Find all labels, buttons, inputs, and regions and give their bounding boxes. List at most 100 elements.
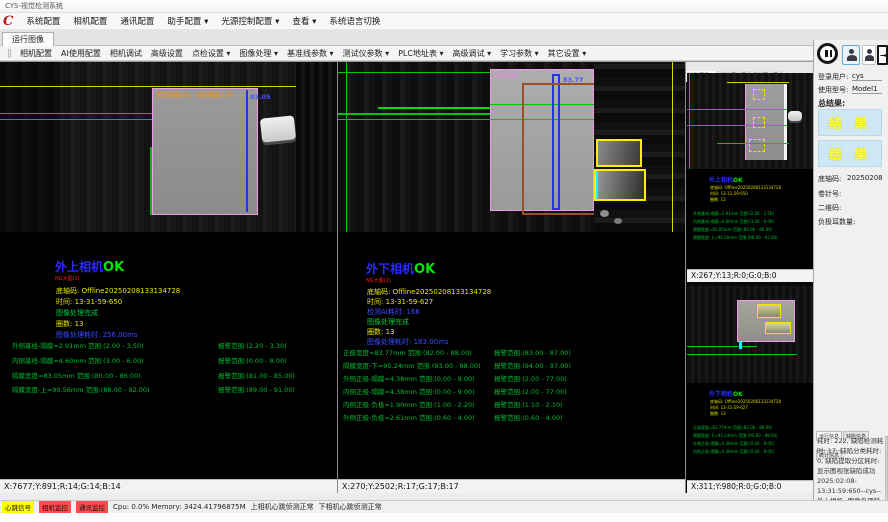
login-user-label: 登录用户: bbox=[818, 72, 848, 82]
width-measure-line bbox=[246, 90, 248, 212]
menu-language-switch[interactable]: 系统语言切换 bbox=[329, 15, 380, 27]
edge-line-yellow bbox=[727, 82, 789, 83]
measure-row: 外侧正极-负极=2.61mm 范围:(0.60 - 4.00) bbox=[343, 412, 475, 422]
measure-row: 外侧基线-隔膜=2.91mm 范围:(2.00 - 3.50) bbox=[12, 340, 144, 350]
alarm-range: 报警范围:(2.00 - 77.00) bbox=[494, 373, 567, 383]
baseline-green-bright bbox=[378, 107, 490, 109]
tool-baseline-params[interactable]: 基准线参数 ▾ bbox=[287, 48, 334, 59]
exit-button[interactable]: → bbox=[877, 45, 888, 65]
camera-image-upper[interactable]: 固定阈值:93，动态阈值:100 83.05 bbox=[0, 62, 337, 232]
window-title: CYS-视觉检测系统 bbox=[5, 2, 63, 10]
tool-camera-config[interactable]: 相机配置 bbox=[20, 48, 52, 59]
mini-measure-row: 隔膜宽度=83.05mm 范围:(80.00 - 86.00) bbox=[693, 227, 772, 233]
alarm-range: 报警范围:(2.20 - 3.30) bbox=[218, 340, 287, 350]
pixel-status-lower: X:270;Y:2502;R:17;G:17;B:17 bbox=[338, 479, 685, 493]
measure-row: 内侧基线-隔膜=4.60mm 范围:(3.00 - 6.00) bbox=[12, 355, 144, 365]
menu-light-config[interactable]: 光源控制配置 ▾ bbox=[221, 15, 279, 27]
tool-learn-params[interactable]: 学习参数 ▾ bbox=[500, 48, 539, 59]
tab-run-image[interactable]: 运行图像 bbox=[2, 32, 54, 47]
tab-feature-box-2 bbox=[594, 169, 646, 201]
tool-tester-params[interactable]: 测试仪参数 ▾ bbox=[343, 48, 390, 59]
film-edge-green bbox=[150, 147, 152, 215]
camera-panel-upper: 固定阈值:93，动态阈值:100 83.05 外上相机OK NG大图(1) 底轴… bbox=[0, 61, 337, 493]
base-code-label: 底轴码: bbox=[818, 174, 841, 184]
user-switch-button[interactable] bbox=[862, 45, 876, 65]
menu-system-config[interactable]: 系统配置 bbox=[26, 15, 60, 27]
tool-other-settings[interactable]: 其它设置 ▾ bbox=[548, 48, 587, 59]
mini-measure-row: 隔膜宽度-下=95.24mm 范围:(93.00 - 98.00) bbox=[693, 433, 778, 439]
history-thumb-lower[interactable]: 外下相机OK 底轴码: Offline20250208133134728 时间:… bbox=[687, 286, 813, 493]
baseline-green-2 bbox=[338, 119, 490, 120]
window-titlebar: CYS-视觉检测系统 bbox=[0, 0, 888, 13]
process-time-line: 图像处理耗时: 256.00ms bbox=[56, 330, 138, 340]
measure-row: 内侧正极-隔膜=4.38mm 范围:(0.00 - 9.00) bbox=[343, 386, 475, 396]
time-line: 时间: 13-31-59-627 bbox=[367, 297, 433, 307]
ai-detect-box bbox=[522, 83, 600, 215]
feature-marker-box bbox=[753, 117, 765, 128]
pause-button[interactable] bbox=[817, 43, 838, 64]
camera-image-lower[interactable]: AI检测框 83.77 bbox=[338, 62, 685, 232]
camera-name-label: 外下相机 bbox=[709, 391, 733, 398]
menu-assistant-config[interactable]: 助手配置 ▾ bbox=[167, 15, 208, 27]
toolbar-grip[interactable] bbox=[8, 49, 11, 58]
pause-icon bbox=[825, 50, 828, 57]
ng-note-label: NG大图(1) bbox=[55, 275, 80, 282]
baseline-green-1 bbox=[687, 346, 757, 347]
alarm-range: 报警范围:(94.00 - 97.00) bbox=[494, 360, 571, 370]
result-box-upper: 结 果 bbox=[818, 109, 882, 136]
mini-result-title: 外上相机OK bbox=[709, 175, 743, 184]
camera-panel-lower: AI检测框 83.77 外下相机OK NG大图(1) 底轴码: Offline2… bbox=[337, 61, 685, 493]
machinery-right bbox=[296, 62, 337, 232]
user-login-button[interactable] bbox=[842, 45, 860, 65]
process-done-line: 图像处理完成 bbox=[367, 317, 409, 327]
history-thumb-upper[interactable]: 外上相机OK 底轴码: Offline20250208133134728 时间:… bbox=[687, 73, 813, 282]
measure-row: 隔膜宽度-上=90.56mm 范围:(88.00 - 92.00) bbox=[12, 384, 150, 394]
login-user-value: cys bbox=[852, 72, 882, 81]
app-logo-icon: C bbox=[3, 14, 13, 29]
camera-monitor-badge: 相机监控 bbox=[39, 501, 71, 513]
mini-count-line: 圈数: 13 bbox=[710, 197, 726, 203]
baseline-green-2 bbox=[687, 125, 787, 126]
mini-measure-row: 外侧基线-隔膜=2.91mm 范围:(2.00 - 3.50) bbox=[693, 211, 774, 217]
right-sidebar: → 登录用户: cys 使用型号: Model1 总结果: 结 果 结 果 底轴… bbox=[813, 40, 888, 500]
info-tabbar: 运行信息缺陷信息统计信息 bbox=[816, 423, 888, 433]
base-code-value: 20250208 bbox=[847, 174, 883, 182]
mini-measure-row: 外侧正极-隔膜=4.38mm 范围:(0.00 - 9.00) bbox=[693, 441, 774, 447]
pin-number-label: 卷针号: bbox=[818, 189, 841, 199]
baseline-green-vertical bbox=[346, 62, 347, 232]
feature-marker-box bbox=[749, 139, 765, 152]
alarm-range: 报警范围:(1.10 - 2.10) bbox=[494, 399, 563, 409]
toolbar: 相机配置 AI使用配置 相机调试 高级设置 点检设置 ▾ 图像处理 ▾ 基准线参… bbox=[0, 46, 813, 61]
tool-image-process[interactable]: 图像处理 ▾ bbox=[239, 48, 278, 59]
thumb-pixel-status: X:267;Y:13;R:0;G:0;B:0 bbox=[687, 269, 813, 282]
process-done-line: 图像处理完成 bbox=[56, 308, 98, 318]
mini-measure-row: 隔膜宽度-上=90.56mm 范围:(88.00 - 92.00) bbox=[693, 235, 778, 241]
alarm-range: 报警范围:(83.00 - 87.00) bbox=[494, 347, 571, 357]
thumb-image bbox=[687, 73, 813, 169]
tool-advanced-debug[interactable]: 高级调试 ▾ bbox=[453, 48, 492, 59]
tool-plc-address[interactable]: PLC地址表 ▾ bbox=[398, 48, 443, 59]
edge-line-yellow-vertical bbox=[672, 62, 673, 232]
menu-view[interactable]: 查看 ▾ bbox=[292, 15, 316, 27]
alarm-range: 报警范围:(0.60 - 4.00) bbox=[494, 412, 563, 422]
pixel-status-upper: X:7677;Y:891;R:14;G:14;B:14 bbox=[0, 479, 337, 493]
result-ok-label: OK bbox=[103, 260, 124, 275]
ai-box-label: AI检测框 bbox=[494, 71, 518, 80]
tool-ai-config[interactable]: AI使用配置 bbox=[61, 48, 101, 59]
alarm-range: 报警范围:(81.00 - 85.00) bbox=[218, 370, 295, 380]
ai-time-line: 检测AI耗时: 166 bbox=[367, 307, 420, 317]
tool-camera-debug[interactable]: 相机调试 bbox=[110, 48, 142, 59]
tool-advanced-settings[interactable]: 高级设置 bbox=[151, 48, 183, 59]
loop-count-line: 圈数: 13 bbox=[367, 327, 395, 337]
model-label: 使用型号: bbox=[818, 85, 848, 95]
alarm-range: 报警范围:(2.00 - 77.00) bbox=[494, 386, 567, 396]
heartbeat-badge: 心跳信号 bbox=[2, 501, 34, 513]
mini-result-title: 外下相机OK bbox=[709, 389, 743, 398]
tool-spotcheck-settings[interactable]: 点检设置 ▾ bbox=[192, 48, 231, 59]
menu-comm-config[interactable]: 通讯配置 bbox=[120, 15, 154, 27]
negative-tab-count-label: 负极耳数量: bbox=[818, 217, 855, 227]
exit-arrow-icon: → bbox=[880, 52, 887, 60]
upper-camera-heartbeat-text: 上相机心跳侦测正常 bbox=[251, 502, 314, 512]
measure-row: 隔膜宽度=83.05mm 范围:(80.00 - 86.00) bbox=[12, 370, 141, 380]
menu-camera-config[interactable]: 相机配置 bbox=[73, 15, 107, 27]
